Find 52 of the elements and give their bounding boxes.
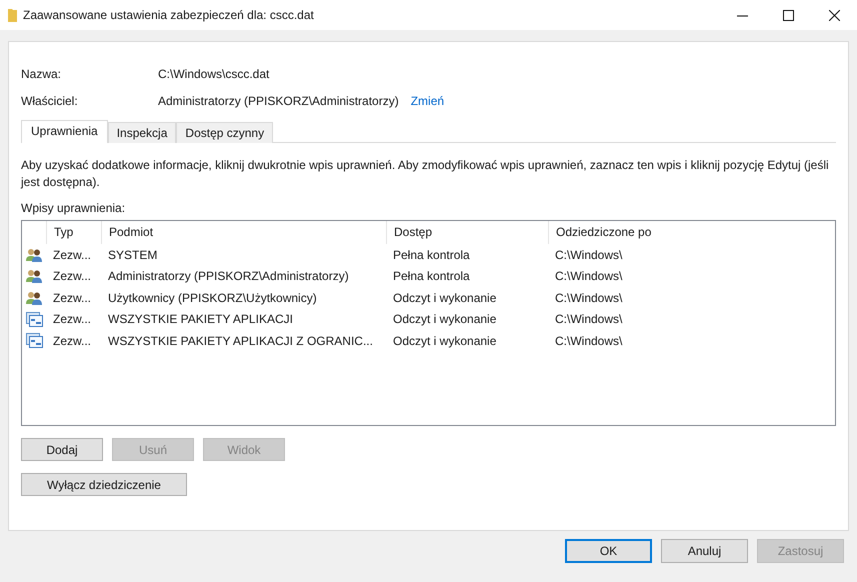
user-group-icon bbox=[26, 248, 42, 262]
table-cell-text: WSZYSTKIE PAKIETY APLIKACJI bbox=[107, 312, 294, 326]
dialog-button[interactable]: Anuluj bbox=[661, 539, 748, 563]
table-cell-text: WSZYSTKIE PAKIETY APLIKACJI Z OGRANIC... bbox=[107, 334, 374, 348]
table-cell-text: Administratorzy (PPISKORZ\Administratorzy) bbox=[107, 269, 350, 284]
permission-row[interactable]: Zezw... WSZYSTKIE PAKIETY APLIKACJI Z OGRANIC... Odczyt i wykonanie C:\Windows\ bbox=[22, 330, 835, 352]
table-cell-text: Pełna kontrola bbox=[392, 248, 471, 262]
table-cell-text: Odczyt i wykonanie bbox=[392, 334, 498, 348]
table-cell-text: C:\Windows\ bbox=[554, 334, 624, 348]
tab[interactable]: Dostęp czynny bbox=[176, 122, 274, 143]
window-title: Zaawansowane ustawienia zabezpieczeń dla: cscc.dat bbox=[23, 8, 314, 22]
entries-label: Wpisy uprawnienia: bbox=[21, 201, 126, 215]
tab[interactable]: Uprawnienia bbox=[21, 120, 108, 143]
maximize-icon bbox=[782, 10, 794, 20]
owner-value: Administratorzy (PPISKORZ\Administratorzy) bbox=[158, 94, 399, 108]
app-package-icon bbox=[26, 333, 42, 348]
name-value: C:\Windows\cscc.dat bbox=[158, 66, 270, 80]
table-cell-text: C:\Windows\ bbox=[554, 248, 624, 262]
table-cell-text: Odczyt i wykonanie bbox=[392, 312, 498, 326]
permission-row[interactable]: Zezw... Użytkownicy (PPISKORZ\Użytkownicy) Odczyt i wykonanie C:\Windows\ bbox=[22, 287, 835, 308]
change-link[interactable]: Zmień bbox=[410, 94, 444, 108]
app-package-icon bbox=[26, 312, 42, 327]
table-cell-text: Zezw... bbox=[52, 334, 92, 348]
info-text: Aby uzyskać dodatkowe informacje, kliknij dwukrotnie wpis uprawnień. Aby zmodyfikować wpis uprawnień, zaznacz ten wpis i kliknij pozycję Edytuj (jeśli jest dostępna). bbox=[21, 157, 830, 191]
table-cell-text: Zezw... bbox=[52, 312, 92, 326]
column-header[interactable]: Dostęp bbox=[386, 221, 548, 244]
column-header[interactable]: Typ bbox=[46, 221, 101, 244]
entry-button[interactable]: Dodaj bbox=[21, 438, 103, 461]
table-cell-text: Zezw... bbox=[52, 248, 92, 262]
disable-inheritance-button[interactable]: Wyłącz dziedziczenie bbox=[21, 473, 187, 496]
close-icon bbox=[828, 10, 840, 20]
tab[interactable]: Inspekcja bbox=[108, 122, 176, 143]
user-group-icon bbox=[26, 290, 42, 305]
table-cell-text: C:\Windows\ bbox=[554, 290, 624, 305]
folder-icon bbox=[8, 8, 17, 22]
table-cell-text: SYSTEM bbox=[107, 248, 158, 262]
table-cell-text: Użytkownicy (PPISKORZ\Użytkownicy) bbox=[107, 290, 318, 305]
column-header[interactable]: Podmiot bbox=[101, 221, 386, 244]
dialog-button[interactable]: OK bbox=[565, 539, 652, 563]
table-cell-text: Zezw... bbox=[52, 269, 92, 284]
table-cell-text: Odczyt i wykonanie bbox=[392, 290, 498, 305]
permission-row[interactable]: Zezw... SYSTEM Pełna kontrola C:\Windows\ bbox=[22, 244, 835, 266]
permission-row[interactable]: Zezw... WSZYSTKIE PAKIETY APLIKACJI Odczyt i wykonanie C:\Windows\ bbox=[22, 308, 835, 330]
column-header[interactable]: Odziedziczone po bbox=[548, 221, 835, 244]
permission-row[interactable]: Zezw... Administratorzy (PPISKORZ\Administratorzy) Pełna kontrola C:\Windows\ bbox=[22, 266, 835, 287]
user-group-icon bbox=[26, 269, 42, 284]
table-cell-text: C:\Windows\ bbox=[554, 312, 624, 326]
owner-label: Właściciel: bbox=[21, 94, 79, 108]
table-cell-text: C:\Windows\ bbox=[554, 269, 624, 284]
name-label: Nazwa: bbox=[21, 66, 62, 80]
table-cell-text: Zezw... bbox=[52, 290, 92, 305]
table-cell-text: Pełna kontrola bbox=[392, 269, 471, 284]
